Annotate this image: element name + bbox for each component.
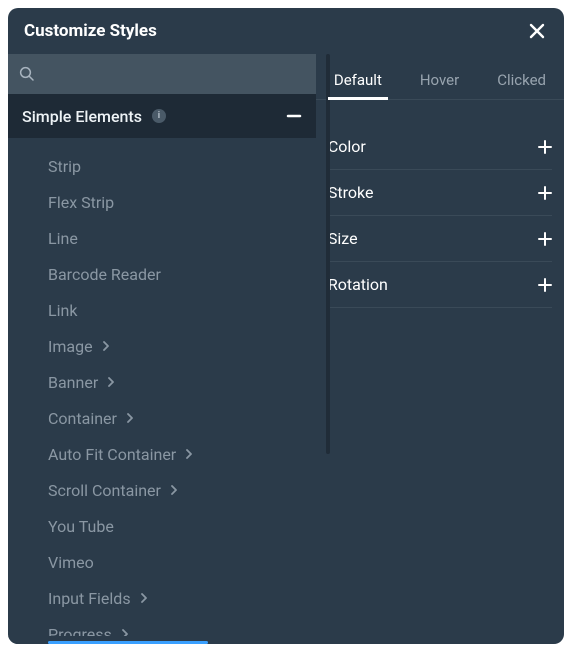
- right-column: Default Hover Clicked Color Stroke Size Rotat…: [316, 54, 564, 644]
- panel-header: Customize Styles: [8, 8, 564, 54]
- element-item[interactable]: Banner: [48, 364, 316, 400]
- elements-list: Strip Flex Strip Line Barcode Reader Link Ima…: [8, 138, 316, 644]
- plus-icon: [538, 140, 552, 154]
- element-label: Input Fields: [48, 589, 131, 608]
- plus-icon: [538, 232, 552, 246]
- plus-icon: [538, 278, 552, 292]
- expand-property-button[interactable]: [538, 232, 552, 246]
- element-item[interactable]: Barcode Reader: [48, 256, 316, 292]
- chevron-right-icon: [101, 341, 111, 351]
- element-item[interactable]: Strip: [48, 148, 316, 184]
- info-icon[interactable]: i: [152, 109, 166, 123]
- chevron-right-icon: [106, 377, 116, 387]
- element-label: Image: [48, 337, 93, 356]
- panel-body: Simple Elements i Strip Flex Strip Line Bar…: [8, 54, 564, 644]
- search-bar[interactable]: [8, 54, 316, 94]
- element-item[interactable]: Line: [48, 220, 316, 256]
- plus-icon: [538, 186, 552, 200]
- element-item[interactable]: Vimeo: [48, 544, 316, 580]
- category-left: Simple Elements i: [22, 107, 166, 126]
- expand-property-button[interactable]: [538, 278, 552, 292]
- tab-clicked[interactable]: Clicked: [491, 71, 552, 99]
- element-label: Auto Fit Container: [48, 445, 176, 464]
- customize-styles-panel: Customize Styles Simple Elements i St: [8, 8, 564, 644]
- property-label: Stroke: [328, 183, 374, 202]
- expand-property-button[interactable]: [538, 186, 552, 200]
- chevron-right-icon: [125, 413, 135, 423]
- category-header[interactable]: Simple Elements i: [8, 94, 316, 138]
- element-item[interactable]: Image: [48, 328, 316, 364]
- minus-icon: [286, 108, 302, 124]
- property-row[interactable]: Size: [328, 216, 552, 262]
- element-item[interactable]: Link: [48, 292, 316, 328]
- element-label: Vimeo: [48, 553, 94, 572]
- chevron-right-icon: [139, 593, 149, 603]
- category-title: Simple Elements: [22, 107, 142, 126]
- element-label: Flex Strip: [48, 193, 114, 212]
- element-item[interactable]: Container: [48, 400, 316, 436]
- element-item[interactable]: Scroll Container: [48, 472, 316, 508]
- element-item[interactable]: You Tube: [48, 508, 316, 544]
- tab-hover[interactable]: Hover: [414, 71, 465, 99]
- property-label: Color: [328, 137, 366, 156]
- close-icon: [528, 22, 546, 40]
- close-button[interactable]: [526, 20, 548, 42]
- scroll-indicator: [48, 641, 208, 644]
- property-row[interactable]: Stroke: [328, 170, 552, 216]
- chevron-right-icon: [169, 485, 179, 495]
- element-item[interactable]: Auto Fit Container: [48, 436, 316, 472]
- left-column: Simple Elements i Strip Flex Strip Line Bar…: [8, 54, 316, 644]
- properties-list: Color Stroke Size Rotation: [316, 100, 564, 308]
- element-label: You Tube: [48, 517, 114, 536]
- divider: [326, 54, 330, 454]
- search-icon: [18, 65, 36, 83]
- element-label: Banner: [48, 373, 98, 392]
- expand-property-button[interactable]: [538, 140, 552, 154]
- element-label: Scroll Container: [48, 481, 161, 500]
- element-item[interactable]: Flex Strip: [48, 184, 316, 220]
- element-label: Barcode Reader: [48, 265, 161, 284]
- element-label: Line: [48, 229, 78, 248]
- property-label: Rotation: [328, 275, 388, 294]
- element-item[interactable]: Input Fields: [48, 580, 316, 616]
- chevron-right-icon: [184, 449, 194, 459]
- panel-title: Customize Styles: [24, 21, 157, 41]
- tab-default[interactable]: Default: [328, 71, 388, 99]
- state-tabs: Default Hover Clicked: [316, 54, 564, 100]
- property-label: Size: [328, 229, 358, 248]
- property-row[interactable]: Rotation: [328, 262, 552, 308]
- element-label: Container: [48, 409, 117, 428]
- element-label: Link: [48, 301, 77, 320]
- collapse-button[interactable]: [286, 108, 302, 124]
- property-row[interactable]: Color: [328, 124, 552, 170]
- element-label: Strip: [48, 157, 81, 176]
